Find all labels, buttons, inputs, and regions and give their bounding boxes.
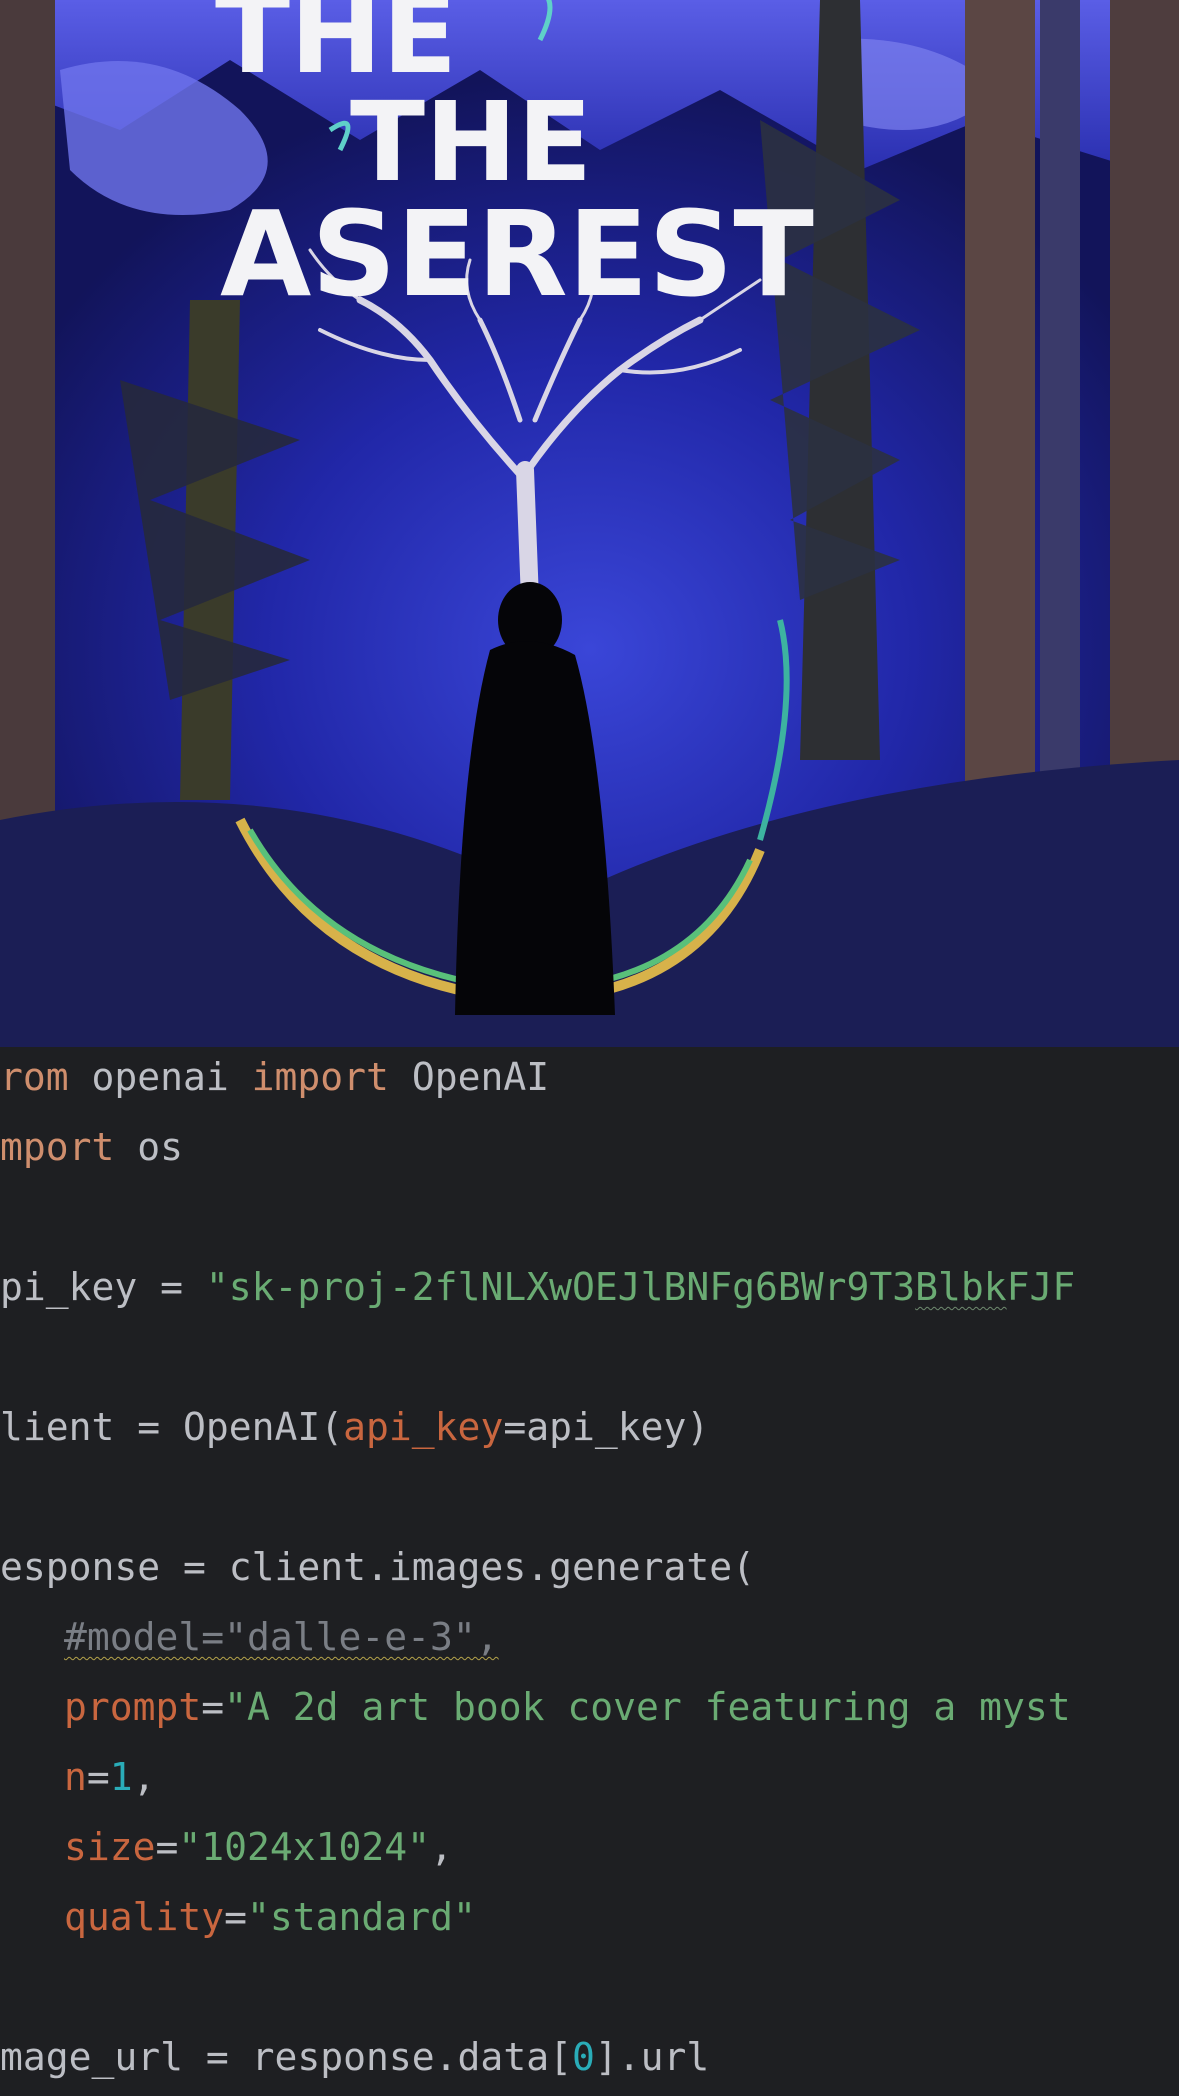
code-line-8[interactable]: n=1,	[64, 1747, 156, 1807]
code-line-10[interactable]: quality="standard"	[64, 1887, 476, 1947]
quality-string: "standard"	[247, 1895, 476, 1939]
named-parameter: size	[64, 1825, 156, 1869]
code-line-7[interactable]: prompt="A 2d art book cover featuring a …	[64, 1677, 1071, 1737]
api-key-string-typo-segment: Blbk	[915, 1265, 1007, 1309]
punctuation: ,	[430, 1825, 453, 1869]
code-line-6[interactable]: #model="dalle-e-3",	[64, 1607, 499, 1667]
number-literal: 0	[571, 2035, 595, 2079]
size-string: "1024x1024"	[178, 1825, 431, 1869]
keyword-from: rom	[0, 1055, 69, 1099]
module-name: openai	[68, 1055, 252, 1099]
code-line-9[interactable]: size="1024x1024",	[64, 1817, 453, 1877]
code-comment: #model="dalle-e-3",	[64, 1615, 499, 1659]
prompt-string: "A 2d art book cover featuring a myst	[224, 1685, 1071, 1729]
variable-assignment: pi_key =	[0, 1265, 206, 1309]
code-line-3[interactable]: pi_key = "sk-proj-2flNLXwOEJlBNFg6BWr9T3…	[0, 1257, 1075, 1317]
code-editor[interactable]: rom openai import OpenAI mport os pi_key…	[0, 1047, 1179, 2096]
named-parameter: api_key	[343, 1405, 504, 1449]
argument-value: =api_key)	[503, 1405, 710, 1449]
module-name: os	[114, 1125, 184, 1169]
operator: =	[201, 1685, 225, 1729]
cover-illustration: THE THE ASEREST	[0, 0, 1179, 1047]
code-line-5[interactable]: esponse = client.images.generate(	[0, 1537, 755, 1597]
image-url-assignment: mage_url = response.data[	[0, 2035, 572, 2079]
class-name: OpenAI	[388, 1055, 550, 1099]
named-parameter: prompt	[64, 1685, 202, 1729]
response-assignment: esponse = client.images.generate(	[0, 1545, 755, 1589]
punctuation: ,	[132, 1755, 156, 1799]
keyword-import: mport	[0, 1125, 115, 1169]
named-parameter: n	[64, 1755, 87, 1799]
operator: =	[86, 1755, 110, 1799]
client-assignment: lient = OpenAI(	[0, 1405, 344, 1449]
api-key-string-tail: FJF	[1006, 1265, 1076, 1309]
code-line-1[interactable]: rom openai import OpenAI	[0, 1047, 549, 1107]
api-key-string: "sk-proj-2flNLXwOEJlBNFg6BWr9T3	[205, 1265, 916, 1309]
keyword-import: import	[251, 1055, 389, 1099]
code-line-2[interactable]: mport os	[0, 1117, 183, 1177]
attribute-access: ].url	[594, 2035, 710, 2079]
code-line-4[interactable]: lient = OpenAI(api_key=api_key)	[0, 1397, 709, 1457]
book-cover-image: THE THE ASEREST	[0, 0, 1179, 1047]
cover-title-line3: ASEREST	[220, 185, 814, 323]
operator: =	[224, 1895, 248, 1939]
number-literal: 1	[109, 1755, 133, 1799]
code-line-11[interactable]: mage_url = response.data[0].url	[0, 2027, 709, 2087]
operator: =	[155, 1825, 179, 1869]
named-parameter: quality	[64, 1895, 225, 1939]
